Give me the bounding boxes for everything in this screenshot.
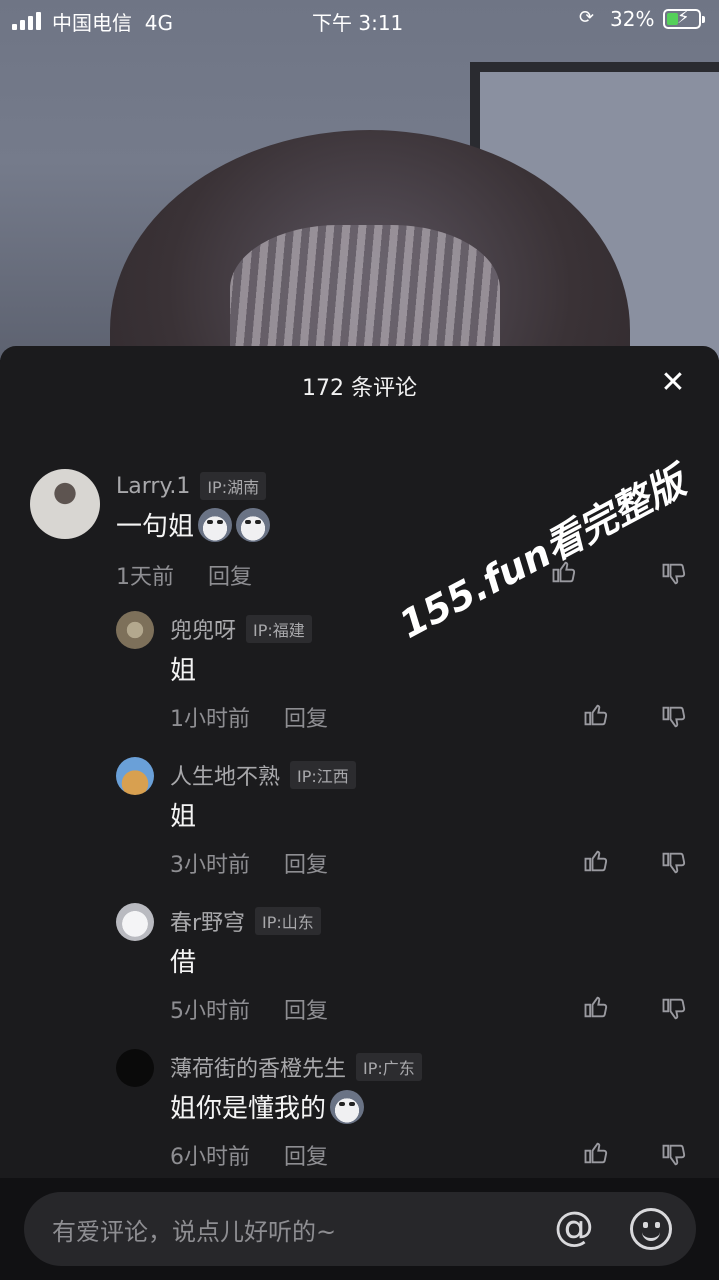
husky-emoji-icon [330,1089,365,1124]
signal-icon [12,12,41,30]
comment-text: 姐你是懂我的 [170,1088,365,1125]
comment-time: 5小时前 [170,999,250,1024]
ip-badge: IP:山东 [255,907,321,935]
comment-time: 1小时前 [170,707,250,732]
husky-emoji-icon [236,507,271,542]
comment-time: 3小时前 [170,853,250,878]
dislike-icon[interactable] [660,1141,688,1169]
dislike-icon[interactable] [660,560,688,588]
emoji-icon[interactable] [630,1208,672,1250]
ip-badge: IP:江西 [290,761,356,789]
username[interactable]: 人生地不熟 [170,759,280,791]
battery-percent: 32% [610,7,655,31]
comment-meta: 3小时前 回复 [170,847,328,879]
comment-text: 一句姐 [116,506,271,543]
comment-header: Larry.1 IP:湖南 [116,472,267,500]
dislike-icon[interactable] [660,995,688,1023]
status-bar: 中国电信 4G 下午 3:11 ⟳ 32% ⚡ [0,0,719,40]
comment-text: 借 [170,948,197,978]
username[interactable]: Larry.1 [116,474,190,499]
username[interactable]: 薄荷街的香橙先生 [170,1051,346,1083]
comment-meta: 5小时前 回复 [170,993,328,1025]
like-icon[interactable] [582,1139,610,1167]
comment-text-content: 姐你是懂我的 [170,1094,327,1124]
comment-time: 1天前 [116,565,174,590]
reply-button[interactable]: 回复 [284,993,328,1025]
comment-meta: 1天前 回复 [116,559,252,591]
carrier-label: 中国电信 4G [52,11,173,35]
reply-button[interactable]: 回复 [284,847,328,879]
charging-icon: ⚡ [677,7,690,28]
comment-input-bar: 有爱评论，说点儿好听的~ @ [0,1178,719,1280]
clock: 下午 3:11 [312,11,404,35]
like-icon[interactable] [582,701,610,729]
video-background[interactable] [0,0,719,360]
comment-text-content: 一句姐 [116,512,195,542]
username[interactable]: 春r野穹 [170,905,245,937]
comments-count-title: 172 条评论 [302,376,417,401]
husky-emoji-icon [198,507,233,542]
dislike-icon[interactable] [660,849,688,877]
dislike-icon[interactable] [660,703,688,731]
comment-text: 姐 [170,656,197,686]
close-icon[interactable]: ✕ [656,366,690,400]
avatar[interactable] [116,611,154,649]
avatar[interactable] [116,757,154,795]
battery-icon: ⚡ [663,7,705,29]
comment-meta: 1小时前 回复 [170,701,328,733]
ip-badge: IP:广东 [356,1053,422,1081]
comment-header: 薄荷街的香橙先生 IP:广东 [170,1051,422,1083]
comment-header: 兜兜呀 IP:福建 [170,613,312,645]
mention-icon[interactable]: @ [554,1204,594,1250]
avatar[interactable] [116,1049,154,1087]
ip-badge: IP:福建 [246,615,312,643]
rotation-lock-icon: ⟳ [579,7,595,28]
reply-button[interactable]: 回复 [284,701,328,733]
comment-header: 春r野穹 IP:山东 [170,905,321,937]
username[interactable]: 兜兜呀 [170,613,236,645]
ip-badge: IP:湖南 [200,472,267,500]
comment-meta: 6小时前 回复 [170,1139,328,1171]
reply-button[interactable]: 回复 [284,1139,328,1171]
video-subject-bangs [230,225,500,360]
comment-header: 人生地不熟 IP:江西 [170,759,356,791]
comment-text: 姐 [170,802,197,832]
comment-input-placeholder: 有爱评论，说点儿好听的~ [52,1218,337,1246]
avatar[interactable] [30,469,100,539]
comment-time: 6小时前 [170,1145,250,1170]
like-icon[interactable] [582,847,610,875]
like-icon[interactable] [582,993,610,1021]
comment-input[interactable]: 有爱评论，说点儿好听的~ @ [24,1192,696,1266]
reply-button[interactable]: 回复 [208,559,252,591]
avatar[interactable] [116,903,154,941]
